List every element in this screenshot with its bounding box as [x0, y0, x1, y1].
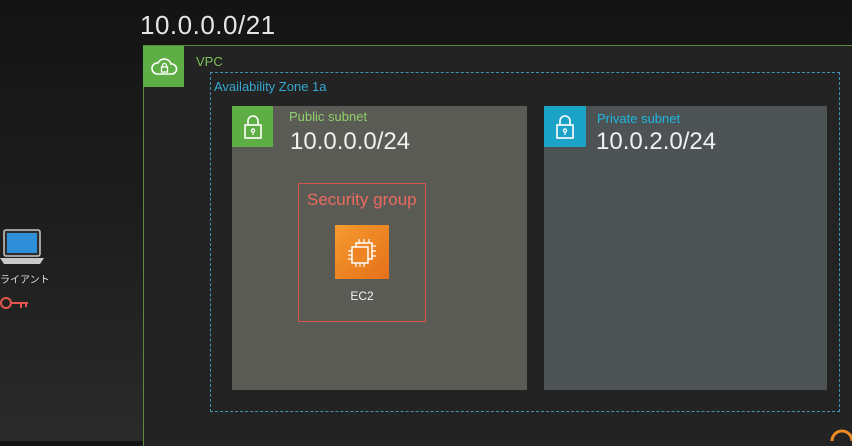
lock-icon: [243, 114, 262, 139]
client-label: ライアント: [0, 275, 50, 286]
ec2-chip-icon: [348, 239, 376, 267]
lock-icon: [556, 114, 574, 139]
security-group-label: Security group: [307, 190, 417, 209]
key-icon: [0, 294, 30, 317]
private-subnet-label: Private subnet: [597, 111, 681, 126]
private-subnet-icon-tile: [544, 106, 586, 147]
corner-logo-icon: [830, 426, 852, 446]
ec2-instance[interactable]: [335, 225, 389, 279]
cloud-lock-icon: [150, 57, 177, 75]
vpc-label: VPC: [196, 54, 223, 69]
public-subnet-label: Public subnet: [289, 109, 368, 124]
private-subnet-cidr: 10.0.2.0/24: [596, 128, 717, 155]
availability-zone-label: Availability Zone 1a: [214, 79, 327, 94]
vpc-icon-tile: [143, 46, 184, 87]
ec2-label: EC2: [350, 289, 374, 303]
vpc-cidr-title: 10.0.0.0/21: [140, 10, 276, 40]
laptop-icon: [0, 228, 46, 273]
public-subnet-icon-tile: [232, 106, 273, 147]
public-subnet-cidr: 10.0.0.0/24: [290, 128, 411, 155]
